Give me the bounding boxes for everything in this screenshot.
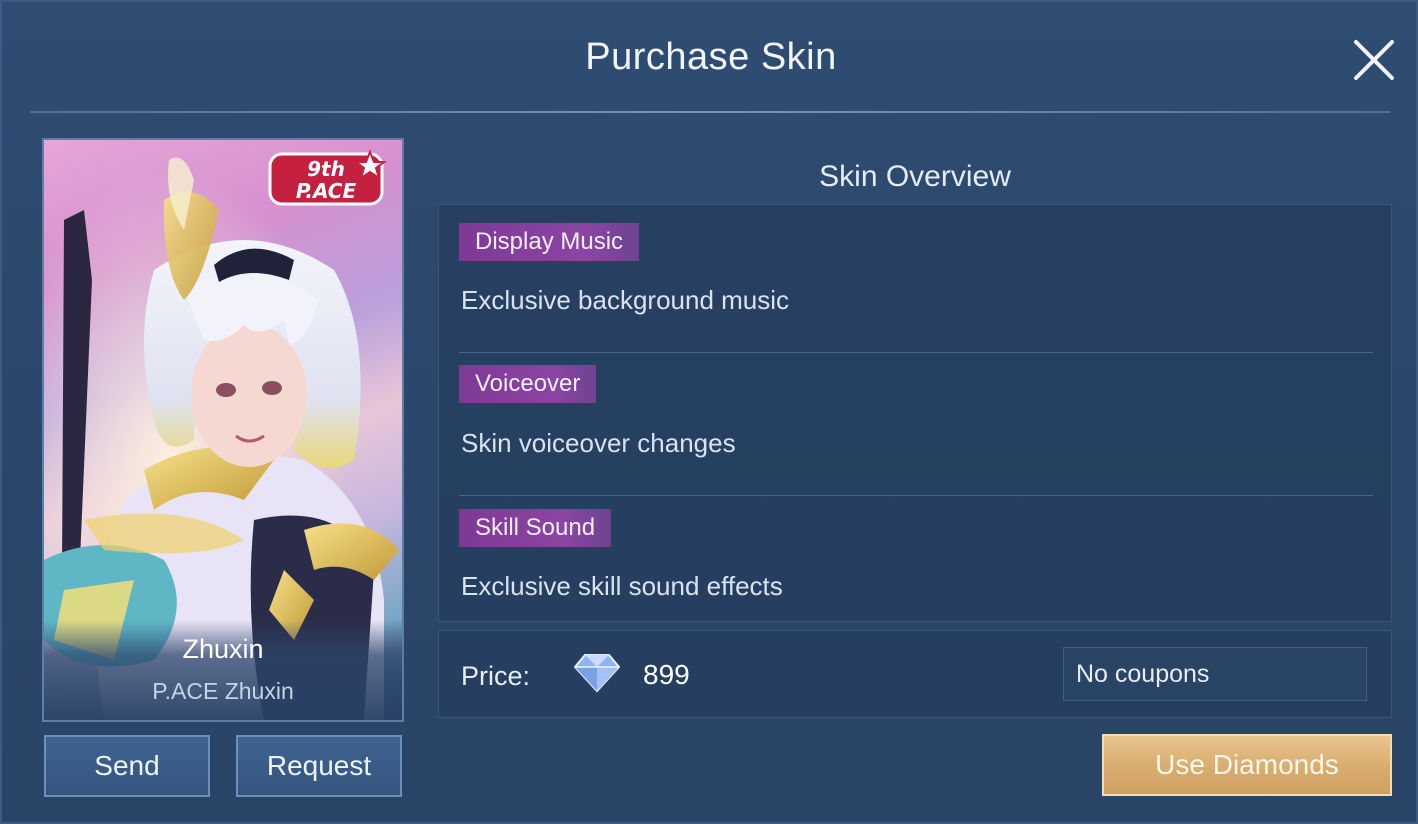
coupon-selector[interactable]: No coupons bbox=[1063, 647, 1367, 701]
overview-title: Skin Overview bbox=[819, 160, 1011, 193]
event-badge-logo: 9th P.ACE bbox=[268, 149, 387, 206]
skin-name: P.ACE Zhuxin bbox=[152, 678, 294, 704]
badge-text-bottom: P.ACE bbox=[296, 179, 357, 203]
price-value: 899 bbox=[643, 659, 690, 690]
overview-panel: Display Music Exclusive background music… bbox=[438, 204, 1392, 622]
diamond-icon bbox=[573, 654, 621, 693]
hero-name: Zhuxin bbox=[182, 634, 264, 664]
price-panel: Price: 899 No coupons bbox=[438, 630, 1392, 718]
use-diamonds-button[interactable]: Use Diamonds bbox=[1102, 734, 1392, 796]
skin-card[interactable]: 9th P.ACE Zhuxin P.ACE Zhuxin bbox=[42, 138, 404, 722]
feature-desc-voiceover: Skin voiceover changes bbox=[461, 428, 736, 458]
feature-tag-display-music: Display Music bbox=[459, 223, 640, 261]
price-label: Price: bbox=[461, 661, 531, 691]
badge-text-top: 9th bbox=[307, 157, 345, 181]
feature-tag-voiceover: Voiceover bbox=[459, 365, 597, 403]
request-button[interactable]: Request bbox=[236, 735, 402, 797]
feature-desc-display-music: Exclusive background music bbox=[461, 285, 790, 315]
feature-divider bbox=[459, 495, 1373, 496]
title-divider bbox=[30, 111, 1390, 113]
close-icon bbox=[1354, 40, 1394, 80]
purchase-skin-dialog: Purchase Skin 9th P.ACE Zhuxin P.ACE Zhu… bbox=[0, 0, 1418, 824]
feature-desc-skill-sound: Exclusive skill sound effects bbox=[461, 571, 783, 601]
feature-divider bbox=[459, 352, 1373, 353]
dialog-title: Purchase Skin bbox=[585, 36, 837, 78]
close-button[interactable] bbox=[1348, 34, 1400, 86]
send-button[interactable]: Send bbox=[44, 735, 210, 797]
feature-tag-skill-sound: Skill Sound bbox=[459, 509, 612, 547]
